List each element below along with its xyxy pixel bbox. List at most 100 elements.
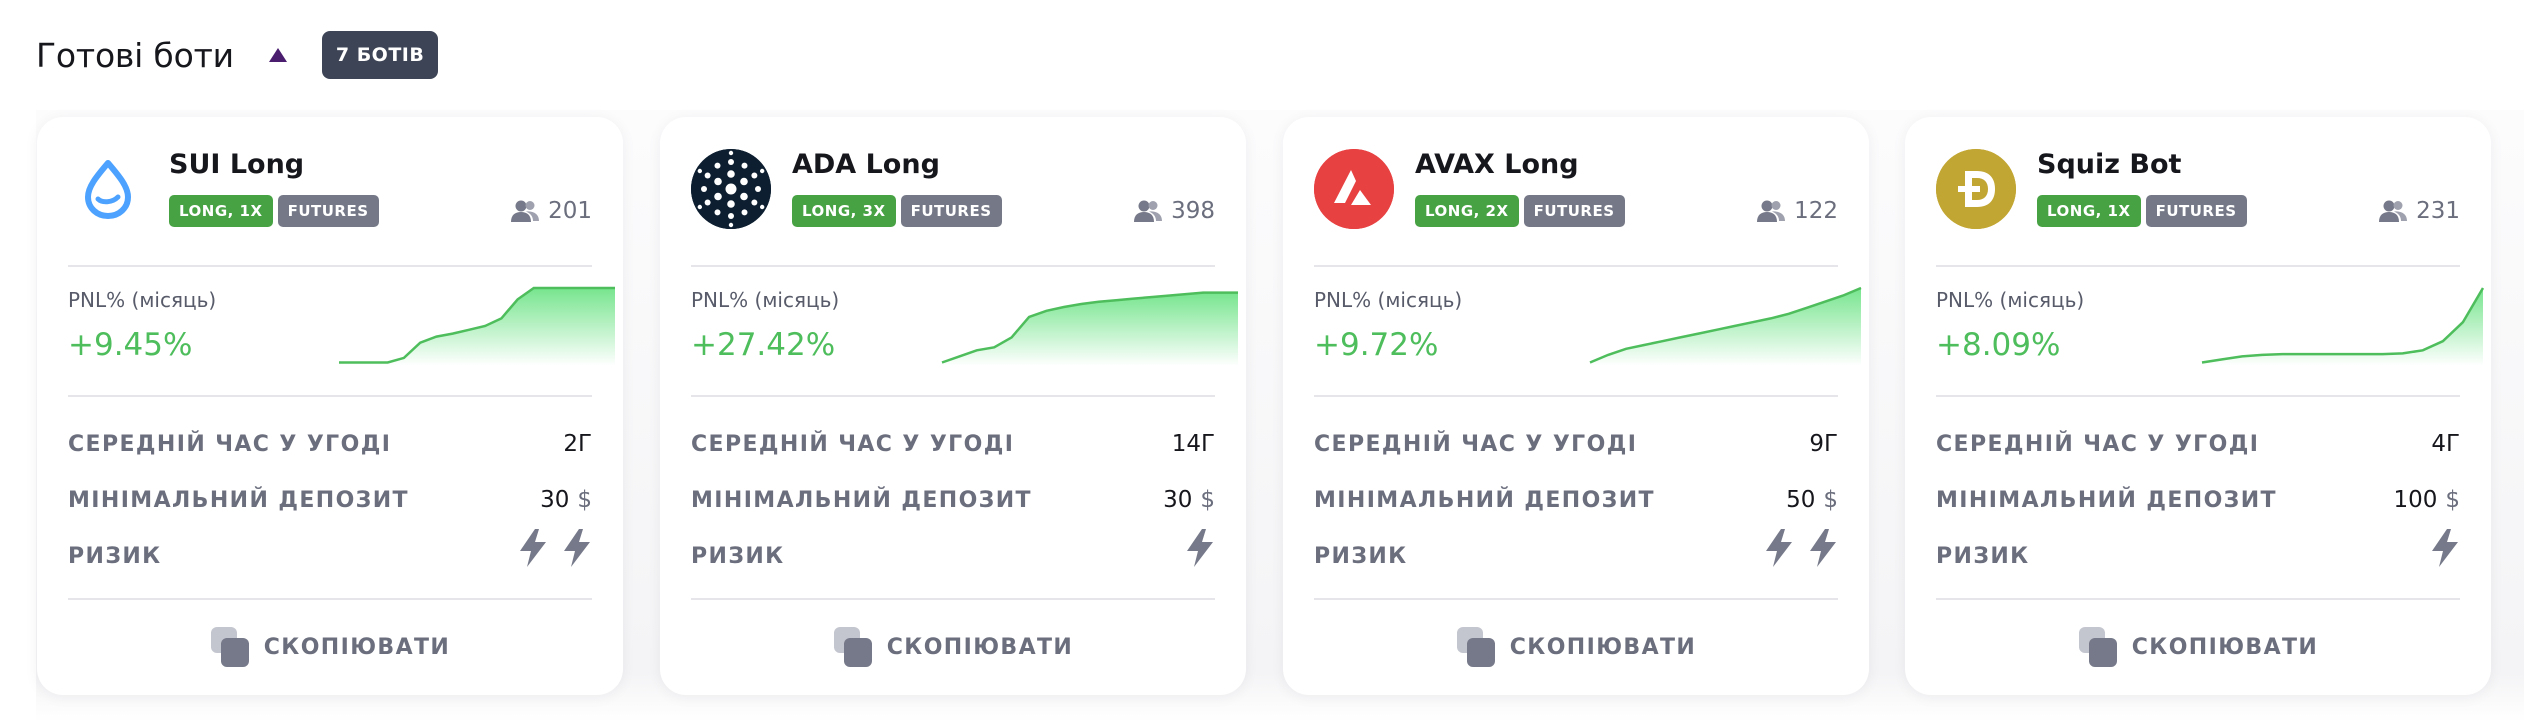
users-icon <box>1757 200 1786 222</box>
min-deposit-amount: 30 <box>540 487 570 513</box>
pnl-value: +9.45% <box>68 327 193 363</box>
copy-label: СКОПІЮВАТИ <box>1509 634 1697 660</box>
section-title: Готові боти <box>36 35 234 75</box>
users-count-value: 201 <box>548 198 592 224</box>
card-header: AVAX Long LONG, 2X FUTURES 122 <box>1314 149 1838 235</box>
min-deposit-value: 30 $ <box>540 487 592 513</box>
avg-time-label: СЕРЕДНІЙ ЧАС У УГОДІ <box>1936 432 2260 457</box>
risk-level <box>2430 528 2460 568</box>
divider <box>68 265 592 267</box>
divider <box>691 265 1215 267</box>
currency-unit: $ <box>1823 487 1838 513</box>
market-tag: FUTURES <box>2145 195 2247 227</box>
card-header: Squiz Bot LONG, 1X FUTURES 231 <box>1936 149 2460 235</box>
risk-level <box>1764 528 1838 568</box>
card-header: ADA Long LONG, 3X FUTURES 398 <box>691 149 1215 235</box>
bot-card[interactable]: SUI Long LONG, 1X FUTURES 201 PNL% (міся… <box>37 117 623 695</box>
risk-label: РИЗИК <box>691 544 785 569</box>
sui-icon <box>85 160 131 219</box>
risk-label: РИЗИК <box>1936 544 2030 569</box>
copy-bot-button[interactable]: СКОПІЮВАТИ <box>660 623 1246 671</box>
copy-label: СКОПІЮВАТИ <box>263 634 451 660</box>
min-deposit-amount: 100 <box>2393 487 2438 513</box>
bot-name: AVAX Long <box>1415 149 1579 180</box>
coin-logo <box>68 149 148 229</box>
users-count: 122 <box>1756 198 1838 224</box>
bot-name: Squiz Bot <box>2037 149 2182 180</box>
bot-tags: LONG, 2X FUTURES <box>1415 195 1625 227</box>
copy-bot-button[interactable]: СКОПІЮВАТИ <box>1283 623 1869 671</box>
pnl-sparkline-chart <box>941 291 1238 366</box>
min-deposit-label: МІНІМАЛЬНИЙ ДЕПОЗИТ <box>1936 488 2277 513</box>
market-tag: FUTURES <box>1523 195 1625 227</box>
divider <box>1936 395 2460 397</box>
avg-time-label: СЕРЕДНІЙ ЧАС У УГОДІ <box>691 432 1015 457</box>
coin-logo <box>691 149 771 229</box>
currency-unit: $ <box>2445 487 2460 513</box>
lightning-icon <box>520 529 546 567</box>
bot-card[interactable]: ADA Long LONG, 3X FUTURES 398 PNL% (міся… <box>660 117 1246 695</box>
bot-tags: LONG, 1X FUTURES <box>2037 195 2247 227</box>
users-icon <box>2379 200 2408 222</box>
bot-count-badge: 7 БОТІВ <box>321 31 439 79</box>
pnl-label: PNL% (місяць) <box>691 288 840 312</box>
avg-time-value: 4Г <box>2431 431 2460 457</box>
divider <box>1936 265 2460 267</box>
card-header: SUI Long LONG, 1X FUTURES 201 <box>68 149 592 235</box>
lightning-icon <box>2432 529 2458 567</box>
copy-bot-button[interactable]: СКОПІЮВАТИ <box>37 623 623 671</box>
pnl-label: PNL% (місяць) <box>1314 288 1463 312</box>
collapse-triangle-icon[interactable] <box>268 45 288 65</box>
bot-tags: LONG, 1X FUTURES <box>169 195 379 227</box>
ready-bots-section: Готові боти 7 БОТІВ SUI Long LONG, 1X FU… <box>0 0 2524 722</box>
divider <box>691 598 1215 600</box>
bot-card[interactable]: AVAX Long LONG, 2X FUTURES 122 PNL% (міс… <box>1283 117 1869 695</box>
divider <box>691 395 1215 397</box>
market-tag: FUTURES <box>900 195 1002 227</box>
pnl-sparkline-chart <box>1589 286 1862 366</box>
leverage-tag: LONG, 1X <box>169 195 273 227</box>
market-tag: FUTURES <box>277 195 379 227</box>
min-deposit-label: МІНІМАЛЬНИЙ ДЕПОЗИТ <box>1314 488 1655 513</box>
coin-logo <box>1314 149 1394 229</box>
min-deposit-value: 50 $ <box>1786 487 1838 513</box>
min-deposit-value: 30 $ <box>1163 487 1215 513</box>
avg-time-label: СЕРЕДНІЙ ЧАС У УГОДІ <box>1314 432 1638 457</box>
pnl-sparkline-chart <box>2201 287 2485 366</box>
bot-name: ADA Long <box>792 149 940 180</box>
pnl-sparkline-chart <box>339 286 615 366</box>
lightning-icon <box>1187 529 1213 567</box>
copy-icon <box>833 627 872 667</box>
bot-card[interactable]: Squiz Bot LONG, 1X FUTURES 231 PNL% (міс… <box>1905 117 2491 695</box>
doge-icon <box>1936 149 2016 229</box>
divider <box>1314 598 1838 600</box>
bot-tags: LONG, 3X FUTURES <box>792 195 1002 227</box>
divider <box>1314 265 1838 267</box>
copy-icon <box>1456 627 1495 667</box>
currency-unit: $ <box>577 487 592 513</box>
min-deposit-label: МІНІМАЛЬНИЙ ДЕПОЗИТ <box>691 488 1032 513</box>
risk-label: РИЗИК <box>68 544 162 569</box>
divider <box>1936 598 2460 600</box>
lightning-icon <box>1766 529 1792 567</box>
leverage-tag: LONG, 1X <box>2037 195 2141 227</box>
avg-time-value: 2Г <box>563 431 592 457</box>
avax-icon <box>1314 149 1394 229</box>
lightning-icon <box>1810 529 1836 567</box>
copy-label: СКОПІЮВАТИ <box>2131 634 2319 660</box>
ada-icon <box>691 149 771 229</box>
leverage-tag: LONG, 2X <box>1415 195 1519 227</box>
pnl-value: +9.72% <box>1314 327 1439 363</box>
users-count: 201 <box>510 198 592 224</box>
risk-level <box>518 528 592 568</box>
users-count: 398 <box>1133 198 1215 224</box>
min-deposit-amount: 50 <box>1786 487 1816 513</box>
coin-logo <box>1936 149 2016 229</box>
avg-time-value: 9Г <box>1809 431 1838 457</box>
divider <box>1314 395 1838 397</box>
users-count: 231 <box>2378 198 2460 224</box>
min-deposit-label: МІНІМАЛЬНИЙ ДЕПОЗИТ <box>68 488 409 513</box>
min-deposit-amount: 30 <box>1163 487 1193 513</box>
users-icon <box>511 200 540 222</box>
copy-bot-button[interactable]: СКОПІЮВАТИ <box>1905 623 2491 671</box>
